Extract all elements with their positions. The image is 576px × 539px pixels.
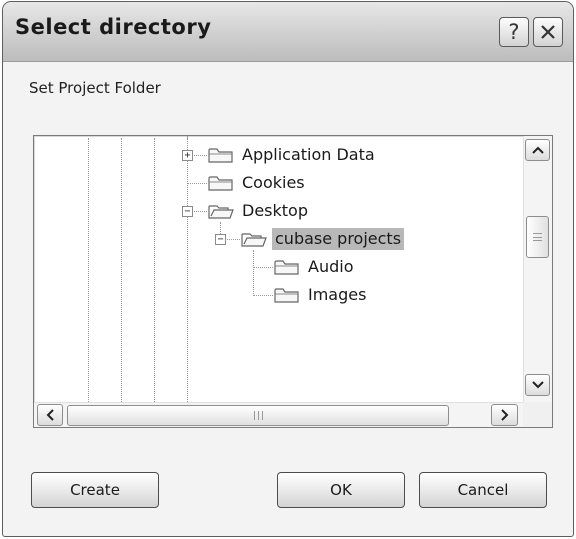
folder-icon — [208, 148, 233, 163]
tree-node-cookies[interactable]: Cookies — [239, 172, 308, 194]
dialog-title: Select directory — [15, 15, 212, 39]
collapse-toggle[interactable]: − — [182, 206, 193, 217]
help-button[interactable]: ? — [499, 17, 529, 47]
tree-connector — [253, 267, 273, 268]
cancel-button[interactable]: Cancel — [419, 472, 547, 508]
scroll-down-button[interactable] — [525, 374, 550, 396]
scroll-left-button[interactable] — [37, 404, 63, 426]
folder-tree[interactable]: + Application Data Cookies − Desktop − c… — [33, 135, 553, 428]
chevron-down-icon — [531, 381, 544, 389]
folder-open-icon — [208, 205, 234, 219]
tree-node-application-data[interactable]: Application Data — [239, 144, 378, 166]
vertical-scroll-thumb[interactable] — [526, 216, 549, 258]
folder-open-icon — [241, 233, 267, 247]
folder-icon — [274, 260, 299, 275]
scroll-up-button[interactable] — [525, 139, 550, 161]
ok-button[interactable]: OK — [277, 472, 405, 508]
tree-node-desktop[interactable]: Desktop — [239, 200, 311, 222]
tree-connector — [253, 250, 254, 296]
tree-node-images[interactable]: Images — [305, 284, 369, 306]
chevron-left-icon — [46, 409, 54, 421]
horizontal-scroll-thumb[interactable] — [67, 405, 449, 426]
dialog-subtitle: Set Project Folder — [29, 79, 161, 97]
folder-icon — [274, 288, 299, 303]
close-button[interactable] — [533, 17, 563, 47]
create-button[interactable]: Create — [31, 472, 159, 508]
tree-guide-line — [154, 138, 155, 402]
chevron-up-icon — [531, 146, 544, 154]
tree-connector — [187, 183, 207, 184]
close-icon — [541, 25, 555, 39]
grip-icon — [253, 411, 263, 420]
expand-toggle[interactable]: + — [182, 150, 193, 161]
tree-guide-line — [88, 138, 89, 402]
tree-guide-line — [121, 138, 122, 402]
title-bar[interactable]: Select directory ? — [3, 2, 573, 62]
folder-icon — [208, 176, 233, 191]
tree-connector — [253, 295, 273, 296]
tree-node-audio[interactable]: Audio — [305, 256, 356, 278]
collapse-toggle[interactable]: − — [215, 234, 226, 245]
grip-icon — [533, 233, 542, 241]
scrollbar-corner — [523, 402, 552, 427]
chevron-right-icon — [500, 409, 508, 421]
tree-connector — [187, 136, 188, 212]
tree-node-cubase-projects[interactable]: cubase projects — [272, 228, 405, 250]
horizontal-scrollbar[interactable] — [34, 402, 523, 427]
scroll-right-button[interactable] — [491, 404, 518, 426]
select-directory-dialog: Select directory ? Set Project Folder + … — [2, 1, 574, 537]
vertical-scrollbar[interactable] — [523, 136, 552, 402]
